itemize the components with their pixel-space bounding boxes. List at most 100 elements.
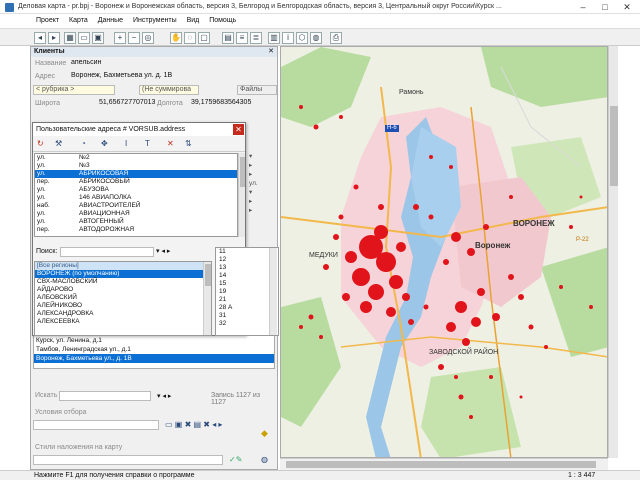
search-label: Искать — [35, 392, 58, 399]
map-vscrollbar[interactable] — [608, 46, 618, 458]
sort-icon[interactable]: ⇅ — [185, 139, 192, 148]
list-item[interactable]: ул. АБРИКОСОВАЯ — [35, 170, 237, 178]
list-item[interactable]: ул. №2 — [35, 154, 237, 162]
list-item[interactable]: ул. 146 АВИАПОЛКА — [35, 194, 237, 202]
name-label: Название — [35, 60, 67, 67]
zoom-out-icon[interactable]: − — [128, 32, 140, 44]
regions-list[interactable]: [Все регионы] ВОРОНЕЖ (по умолчанию) СВХ… — [34, 261, 212, 336]
table-icon[interactable]: ▥ — [268, 32, 280, 44]
regions-scrollbar[interactable] — [203, 262, 211, 335]
list-item[interactable]: ул. АВИАЦИОННАЯ — [35, 210, 237, 218]
format-icon[interactable]: T — [145, 139, 150, 148]
list-item[interactable]: Тамбов, Ленинградская ул., д.1 — [34, 345, 274, 354]
conditions-row: Условия отбора — [33, 408, 277, 418]
conditions-controls: ▭ ▣ ✖ ▤ ✖ ◂ ▸ ◆ — [33, 420, 277, 438]
numbers-scrollbar[interactable] — [269, 248, 277, 335]
list-item[interactable]: Воронеж, Бахметьева ул., д. 1В — [34, 354, 274, 363]
image-icon[interactable]: ▣ — [92, 32, 104, 44]
zoom-in-icon[interactable]: + — [114, 32, 126, 44]
list-item[interactable]: АЛЕКСЕЕВКА — [35, 318, 211, 326]
address-field[interactable]: Воронеж, Бахметьева ул. д. 1В — [69, 72, 274, 82]
zoom-extent-icon[interactable]: ◎ — [142, 32, 154, 44]
rect-select-icon[interactable]: ▢ — [198, 32, 210, 44]
address-row: Адрес Воронеж, Бахметьева ул. д. 1В — [33, 72, 277, 82]
chart-icon[interactable]: ▤ — [222, 32, 234, 44]
lon-label: Долгота — [157, 100, 183, 107]
list-item[interactable]: ул. №3 — [35, 162, 237, 170]
apply-icon[interactable]: ◆ — [261, 428, 268, 439]
scroll-thumb[interactable] — [205, 264, 211, 286]
dialog-search-label: Поиск: — [36, 248, 58, 255]
dialog-search-input[interactable] — [60, 247, 154, 257]
search-nav-icon[interactable]: ▾ ◂ ▸ — [157, 392, 171, 400]
back-icon[interactable]: ◂ — [34, 32, 46, 44]
scroll-thumb[interactable] — [286, 461, 596, 468]
select-icon[interactable]: ◌ — [184, 32, 196, 44]
map-hscrollbar[interactable] — [280, 458, 608, 470]
conditions-tools-icon[interactable]: ▭ ▣ ✖ ▤ ✖ ◂ ▸ — [165, 420, 222, 429]
conditions-field[interactable] — [33, 420, 159, 430]
pan-hand-icon[interactable]: ✋ — [170, 32, 182, 44]
styles-label: Стили наложения на карту — [35, 444, 123, 451]
grid-icon[interactable]: ▦ — [64, 32, 76, 44]
delete-icon[interactable]: ✕ — [167, 139, 174, 148]
text-icon[interactable]: I — [125, 139, 127, 148]
menu-data[interactable]: Данные — [94, 14, 127, 28]
search-input[interactable] — [59, 391, 151, 401]
maximize-button[interactable]: □ — [594, 0, 616, 14]
minimize-button[interactable]: – — [572, 0, 594, 14]
tools-icon[interactable]: ⚒ — [55, 139, 62, 148]
layers2-icon[interactable]: ≣ — [250, 32, 262, 44]
streets-scrollbar[interactable] — [238, 153, 245, 237]
menu-help[interactable]: Помощь — [205, 14, 240, 28]
move-icon[interactable]: ✥ — [101, 139, 108, 148]
list-item[interactable]: Курск, ул. Ленина, д.1 — [34, 336, 274, 345]
list-item[interactable]: [Все регионы] — [35, 262, 211, 270]
list-item[interactable]: СВХ-МАСЛОВСКИЙ — [35, 278, 211, 286]
styles-check-icon[interactable]: ✓✎ — [229, 455, 242, 464]
list-item[interactable]: ул. АБУЗОВА — [35, 186, 237, 194]
styles-field[interactable] — [33, 455, 223, 465]
refresh-icon[interactable]: ↻ — [37, 139, 44, 148]
menu-tools[interactable]: Инструменты — [129, 14, 181, 28]
forward-icon[interactable]: ▸ — [48, 32, 60, 44]
menu-view[interactable]: Вид — [183, 14, 204, 28]
list-item[interactable]: пер. АВТОДОРОЖНАЯ — [35, 226, 237, 234]
folder-icon[interactable]: ▭ — [78, 32, 90, 44]
map-scale: 1 : 3 447 — [568, 472, 596, 479]
print-icon[interactable]: ⎙ — [330, 32, 342, 44]
filter-icon[interactable]: ◔ — [81, 139, 86, 148]
map-label-region: ЗАВОДСКОЙ РАЙОН — [429, 349, 499, 356]
list-item[interactable]: наб. АВИАСТРОИТЕЛЕЙ — [35, 202, 237, 210]
info-icon[interactable]: i — [282, 32, 294, 44]
summ-dropdown[interactable]: (Не суммирова — [139, 85, 199, 95]
clients-panel-close-icon[interactable]: ✕ — [268, 47, 274, 57]
dialog-search-nav-icon[interactable]: ▾ ◂ ▸ — [156, 247, 170, 255]
list-item[interactable]: ВОРОНЕЖ (по умолчанию) — [35, 270, 211, 278]
lon-field[interactable]: 39,1759683564305 — [189, 99, 275, 109]
scroll-thumb[interactable] — [610, 106, 618, 186]
globe-icon[interactable]: ◍ — [310, 32, 322, 44]
map-view[interactable]: ВОРОНЕЖ Воронеж МЕДУКИ ЗАВОДСКОЙ РАЙОН Р… — [280, 46, 608, 458]
menu-project[interactable]: Проект — [32, 14, 63, 28]
layers-icon[interactable]: ≡ — [236, 32, 248, 44]
list-item[interactable]: ул. АВТОГЕННЫЙ — [35, 218, 237, 226]
list-item[interactable]: АЛЕКСАНДРОВКА — [35, 310, 211, 318]
name-field[interactable]: апельсин — [69, 59, 274, 69]
files-button[interactable]: Файлы — [237, 85, 277, 95]
rubric-dropdown[interactable]: < рубрика > — [33, 85, 115, 95]
dialog-close-icon[interactable]: ✕ — [233, 124, 244, 135]
scroll-thumb[interactable] — [240, 157, 245, 187]
list-item[interactable]: пер. АБРИКОСОВЫЙ — [35, 178, 237, 186]
menu-map[interactable]: Карта — [65, 14, 92, 28]
close-button[interactable]: ✕ — [616, 0, 638, 14]
list-item[interactable]: АЛЕЙНИКОВО — [35, 302, 211, 310]
lat-field[interactable]: 51,6567277070135 — [97, 99, 155, 109]
list-item[interactable]: АЙДАРОВО — [35, 286, 211, 294]
route-icon[interactable]: ⬡ — [296, 32, 308, 44]
streets-list[interactable]: ул. №2 ул. №3 ул. АБРИКОСОВАЯ пер. АБРИКОСОВ… — [34, 153, 238, 237]
list-item[interactable]: АЛБОВСКИЙ — [35, 294, 211, 302]
results-list[interactable]: Курск, ул. Ленина, д.1 Тамбов, Ленинград… — [33, 335, 275, 369]
styles-globe-icon[interactable]: ◍ — [261, 455, 268, 464]
address-label: Адрес — [35, 73, 56, 80]
